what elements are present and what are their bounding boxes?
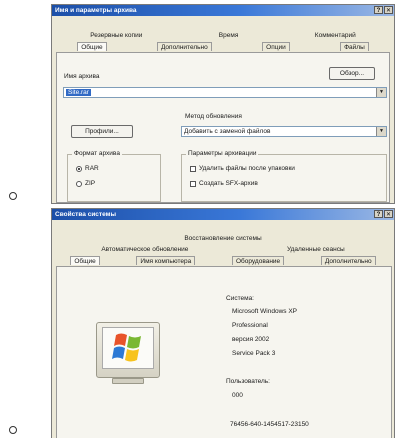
system-line-sp: Service Pack 3 (232, 350, 276, 357)
format-group: Формат архива RAR ZIP (67, 150, 161, 202)
close-button[interactable]: ✕ (384, 6, 393, 14)
tab-advanced[interactable]: Дополнительно (156, 42, 212, 51)
tab-general[interactable]: Общие (70, 256, 100, 265)
archive-dialog-titlebar: Имя и параметры архива ? ✕ (52, 5, 394, 16)
format-group-title: Формат архива (72, 150, 122, 157)
format-option-label: ZIP (85, 180, 96, 187)
tab-files[interactable]: Файлы (340, 42, 369, 51)
checkbox-icon[interactable] (190, 165, 196, 172)
user-label: Пользователь: (226, 378, 270, 385)
archive-tabs-front: Общие Дополнительно Опции Файлы (52, 42, 394, 51)
checkbox-icon[interactable] (190, 180, 196, 187)
tab-general[interactable]: Общие (77, 42, 107, 51)
tab-system-restore[interactable]: Восстановление системы (182, 235, 263, 242)
browse-button[interactable]: Обзор... (329, 67, 375, 80)
param-option-delete[interactable]: Удалить файлы после упаковки (190, 165, 295, 172)
system-label: Система: (226, 295, 254, 302)
archive-general-panel: Имя архива Обзор... Site.rar ▼ Метод обн… (56, 52, 390, 203)
param-option-label: Создать SFX-архив (199, 180, 258, 187)
monitor-stand (112, 378, 144, 384)
archive-tabs-back: Резервные копии Время Комментарий (52, 32, 394, 39)
profiles-button[interactable]: Профили... (71, 125, 133, 138)
format-option-label: RAR (85, 165, 99, 172)
user-value: 000 (232, 392, 243, 399)
windows-monitor-logo (96, 322, 160, 378)
archive-name-input[interactable]: Site.rar ▼ (63, 87, 387, 98)
tab-remote[interactable]: Удаленные сеансы (285, 246, 347, 253)
tab-hardware[interactable]: Оборудование (231, 256, 285, 265)
tab-comment[interactable]: Комментарий (313, 32, 358, 39)
param-option-sfx[interactable]: Создать SFX-архив (190, 180, 258, 187)
system-line-os: Microsoft Windows XP (232, 308, 298, 315)
system-tabs-row1: Восстановление системы (52, 235, 394, 242)
help-button[interactable]: ? (374, 6, 383, 14)
param-option-label: Удалить файлы после упаковки (199, 165, 295, 172)
radio-icon[interactable] (76, 180, 82, 187)
list-bullet (9, 426, 17, 434)
system-dialog-titlebar: Свойства системы ? ✕ (52, 209, 394, 220)
system-line-version: версия 2002 (232, 336, 270, 343)
archive-dialog-title: Имя и параметры архива (55, 7, 137, 14)
archive-name-value: Site.rar (66, 89, 91, 96)
params-group: Параметры архивации Удалить файлы после … (181, 150, 387, 202)
system-tabs-row2: Автоматическое обновление Удаленные сеан… (52, 246, 394, 253)
update-method-select[interactable]: Добавить с заменой файлов ▼ (181, 126, 387, 137)
close-button[interactable]: ✕ (384, 210, 393, 218)
archive-dialog: Имя и параметры архива ? ✕ Резервные коп… (51, 4, 395, 204)
system-dialog-title: Свойства системы (55, 211, 116, 218)
list-bullet (9, 192, 17, 200)
params-group-title: Параметры архивации (186, 150, 259, 157)
tab-options[interactable]: Опции (262, 42, 290, 51)
radio-icon[interactable] (76, 165, 82, 172)
help-button[interactable]: ? (374, 210, 383, 218)
chevron-down-icon[interactable]: ▼ (376, 88, 386, 97)
tab-computer-name[interactable]: Имя компьютера (136, 256, 196, 265)
tab-backup[interactable]: Резервные копии (88, 32, 144, 39)
monitor-screen (102, 327, 154, 369)
serial-number: 76456-640-1454517-23150 (230, 421, 309, 428)
update-method-label: Метод обновления (185, 113, 242, 120)
archive-name-label: Имя архива (64, 73, 100, 80)
tab-auto-update[interactable]: Автоматическое обновление (99, 246, 190, 253)
chevron-down-icon[interactable]: ▼ (376, 127, 386, 136)
system-line-edition: Professional (232, 322, 268, 329)
update-method-value: Добавить с заменой файлов (184, 128, 271, 135)
windows-flag-icon (112, 333, 141, 362)
system-tabs-row3: Общие Имя компьютера Оборудование Дополн… (52, 256, 394, 265)
tab-time[interactable]: Время (217, 32, 241, 39)
format-option-zip[interactable]: ZIP (76, 180, 95, 187)
format-option-rar[interactable]: RAR (76, 165, 99, 172)
tab-advanced[interactable]: Дополнительно (320, 256, 376, 265)
